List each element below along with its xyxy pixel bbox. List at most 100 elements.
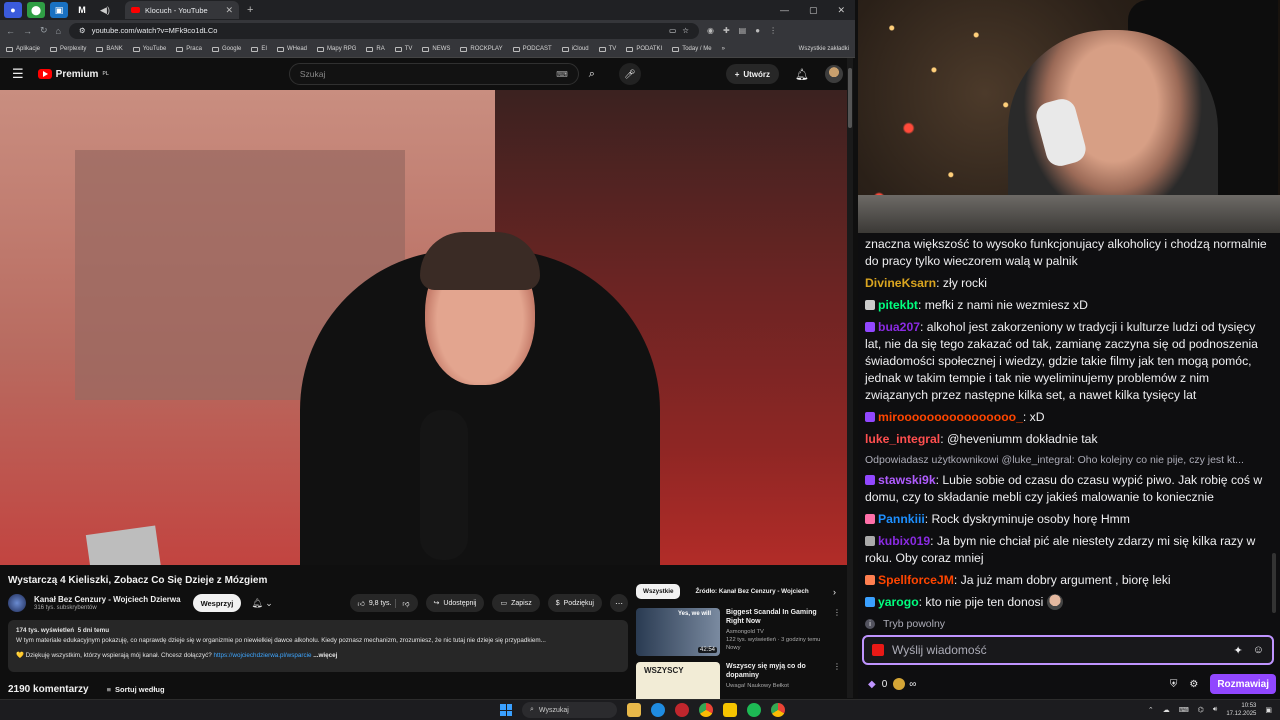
thumbs-down-icon[interactable]: 👎︎ (395, 598, 410, 608)
pinned-tab-4[interactable]: M (73, 2, 91, 18)
bits-balance-icon[interactable]: ◆ (868, 679, 876, 690)
chat-scrollbar[interactable] (1272, 553, 1276, 613)
cast-icon[interactable]: ▭ (669, 26, 676, 35)
search-input[interactable]: Szukaj ⌨ (288, 63, 579, 85)
chip-all[interactable]: Wszystkie (636, 584, 681, 599)
keyboard-icon[interactable]: ⌨ (556, 70, 568, 79)
chat-username[interactable]: stawski9k (878, 473, 936, 487)
create-button[interactable]: + Utwórz (725, 64, 780, 84)
channel-avatar[interactable] (8, 594, 26, 612)
rec-title-1[interactable]: Biggest Scandal In Gaming Right Now (726, 608, 827, 626)
bookmark-item[interactable]: RA (366, 46, 385, 52)
clock[interactable]: 10:53 17.12.2025 (1226, 702, 1256, 718)
channel-points[interactable]: ∞ (893, 678, 916, 690)
chat-badge-icon[interactable] (865, 574, 875, 585)
tray-chevron-icon[interactable]: ⌃ (1148, 706, 1154, 714)
chat-username[interactable]: miroooooooooooooooo_ (878, 410, 1023, 424)
share-button[interactable]: ↪ Udostępnij (425, 594, 485, 612)
sidepanel-icon[interactable]: ▤ (739, 26, 747, 35)
chat-badge-icon[interactable] (865, 596, 875, 607)
chat-badge-icon[interactable] (865, 299, 875, 310)
bookmark-item[interactable]: PODATKI (626, 46, 662, 52)
bits-icon[interactable]: ✦ (1234, 644, 1243, 657)
site-info-icon[interactable]: ⚙ (79, 26, 86, 35)
video-description[interactable]: 174 tys. wyświetleń 5 dni temu W tym mat… (8, 620, 628, 672)
notes-icon[interactable] (723, 703, 737, 717)
back-button[interactable]: ← (6, 26, 15, 36)
moderation-shield-icon[interactable]: ⛨ (1170, 679, 1178, 690)
notification-icon[interactable]: ▣ (1265, 706, 1272, 714)
chat-emote-icon[interactable] (1047, 593, 1064, 610)
search-icon[interactable]: ⌕ (579, 68, 605, 81)
page-scrollbar[interactable] (847, 58, 853, 698)
forward-button[interactable]: → (23, 26, 32, 36)
support-link[interactable]: https://wojciechdzierwa.pl/wsparcie (214, 652, 312, 659)
chrome-profile-icon[interactable] (771, 703, 785, 717)
close-tab-icon[interactable]: ✕ (225, 5, 233, 16)
audio-icon[interactable]: ◀) (96, 2, 114, 18)
more-actions-icon[interactable]: ⋯ (610, 594, 628, 612)
volume-icon[interactable]: 🔊︎ (1213, 706, 1217, 714)
recommended-video-2[interactable]: WSZYSCY Wszyscy się myją co do dopaminy … (636, 662, 841, 699)
bookmarks-overflow-icon[interactable]: » (722, 46, 725, 52)
notifications-bell-icon[interactable]: 🔔︎ (795, 68, 809, 81)
rec-menu-icon-2[interactable]: ⋮ (833, 662, 841, 699)
omnibox[interactable]: ⚙ youtube.com/watch?v=MFk9co1dLCo ▭ ☆ (68, 22, 699, 39)
language-icon[interactable]: ⌨ (1179, 706, 1189, 714)
chat-username[interactable]: bua207 (878, 320, 920, 334)
bookmark-item[interactable]: Praca (176, 46, 202, 52)
pinned-tab-1[interactable]: ● (4, 2, 22, 18)
chat-send-button[interactable]: Rozmawiaj (1210, 674, 1276, 694)
chat-username[interactable]: Pannkiii (878, 512, 925, 526)
chat-badge-icon[interactable] (865, 474, 875, 485)
chevron-right-icon[interactable]: › (833, 587, 836, 597)
account-avatar[interactable] (825, 65, 843, 83)
video-player[interactable] (0, 90, 847, 565)
tab-youtube[interactable]: Klocuch - YouTube ✕ (125, 1, 239, 19)
chat-message[interactable]: Pannkiii: Rock dyskryminuje osoby horę H… (865, 508, 1273, 530)
start-windows-icon[interactable] (500, 704, 512, 716)
chat-username[interactable]: kubix019 (878, 534, 930, 548)
chat-username[interactable]: pitekbt (878, 298, 918, 312)
menu-hamburger-icon[interactable]: ☰ (12, 66, 24, 82)
menu-icon[interactable]: ⋮ (769, 26, 777, 35)
chat-message[interactable]: stawski9k: Lubie sobie od czasu do czasu… (865, 469, 1273, 508)
bookmark-item[interactable]: iCloud (561, 46, 589, 52)
minimize-button[interactable]: — (780, 5, 789, 16)
bookmark-item[interactable]: TV (598, 46, 616, 52)
new-tab-button[interactable]: + (247, 4, 253, 16)
bookmark-item[interactable]: Mapy RPG (317, 46, 356, 52)
channel-name[interactable]: Kanał Bez Cenzury - Wojciech Dzierwa (34, 595, 181, 604)
reload-button[interactable]: ↻ (40, 25, 48, 36)
chat-badge-icon[interactable] (865, 513, 875, 524)
bookmark-item[interactable]: Google (211, 46, 241, 52)
chat-badge-icon[interactable] (865, 535, 875, 546)
rec-menu-icon-1[interactable]: ⋮ (833, 608, 841, 656)
chat-message[interactable]: kubix019: Ja bym nie chciał pić ale nies… (865, 530, 1273, 569)
taskbar-search[interactable]: ⌕ Wyszukaj (522, 702, 617, 718)
puzzle-icon[interactable]: ✚ (723, 26, 730, 35)
bookmark-item[interactable]: BANK (96, 46, 123, 52)
network-icon[interactable]: ⌬ (1198, 706, 1204, 714)
microphone-icon[interactable]: 🎤︎ (618, 63, 641, 85)
close-window-button[interactable]: ✕ (837, 5, 845, 16)
thanks-button[interactable]: $ Podziękuj (547, 594, 602, 612)
chrome-icon[interactable] (699, 703, 713, 717)
spotify-icon[interactable] (747, 703, 761, 717)
opera-icon[interactable] (675, 703, 689, 717)
chat-message[interactable]: luke_integral: @heveniumm dokładnie tak (865, 428, 1273, 450)
bookmark-item[interactable]: WHead (277, 46, 307, 52)
chat-username[interactable]: DivineKsarn (865, 276, 936, 290)
extension-icon[interactable]: ◉ (707, 26, 714, 35)
support-button[interactable]: Wesprzyj (192, 594, 242, 612)
emote-picker-icon[interactable]: ☺ (1253, 644, 1264, 657)
bookmark-item[interactable]: ROCKPLAY (460, 46, 503, 52)
bookmark-star-icon[interactable]: ☆ (682, 26, 689, 35)
chat-message[interactable]: pitekbt: mefki z nami nie wezmiesz xD (865, 294, 1273, 316)
chat-message[interactable]: SpellforceJM: Ja już mam dobry argument … (865, 569, 1273, 591)
chat-badge-icon[interactable] (865, 321, 875, 332)
pinned-tab-3[interactable]: ▣ (50, 2, 68, 18)
maximize-button[interactable]: ▢ (809, 5, 818, 16)
bookmark-item[interactable]: NEWS (422, 46, 450, 52)
bookmark-item[interactable]: YouTube (132, 46, 166, 52)
